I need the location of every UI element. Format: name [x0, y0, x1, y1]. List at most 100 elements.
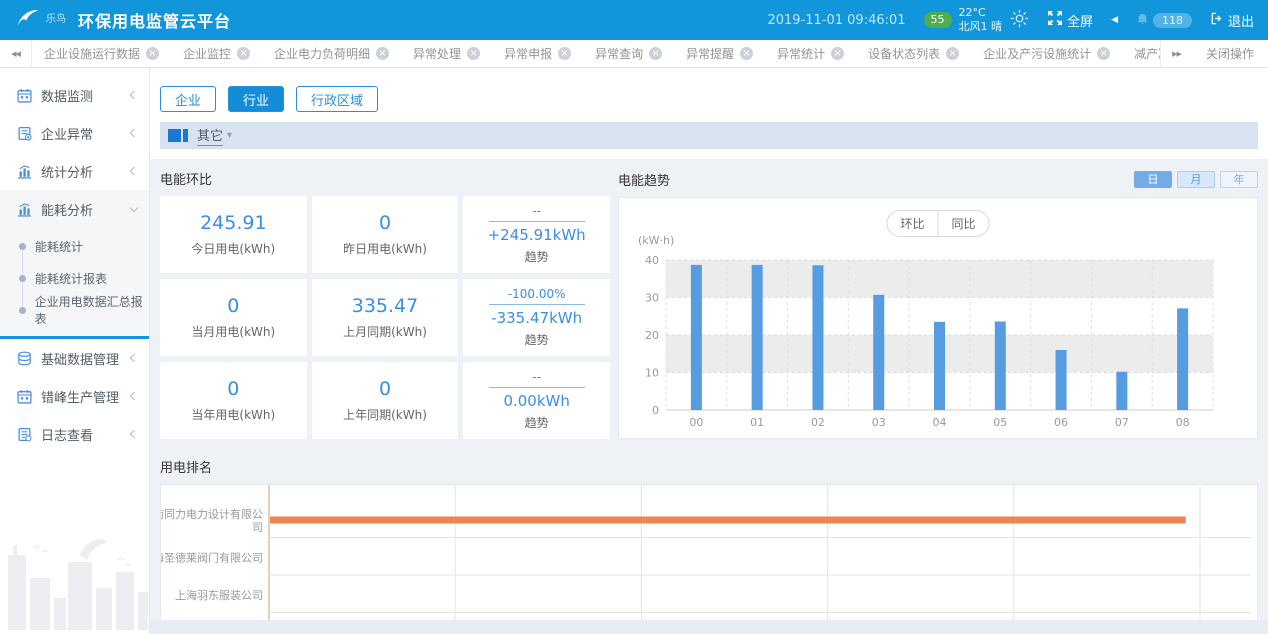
logo-bird-icon — [14, 6, 40, 34]
log-icon — [16, 426, 32, 442]
svg-text:04: 04 — [933, 416, 947, 429]
energy-comparison-panel: 电能环比 245.91今日用电(kWh)0昨日用电(kWh)--+245.91k… — [160, 169, 610, 439]
sidebar-item[interactable]: 统计分析 — [0, 152, 149, 190]
tab[interactable]: 异常申报× — [492, 40, 583, 67]
close-icon[interactable]: × — [946, 47, 959, 60]
ranking-title: 用电排名 — [160, 457, 1258, 476]
close-icon[interactable]: × — [740, 47, 753, 60]
svg-text:河南同力电力设计有限公司: 河南同力电力设计有限公司 — [161, 507, 263, 534]
period-button[interactable]: 年 — [1220, 171, 1258, 188]
tab[interactable]: 企业电力负荷明细× — [262, 40, 401, 67]
sidebar-subitem[interactable]: 企业用电数据汇总报表 — [0, 294, 149, 326]
tab[interactable]: 企业及产污设施统计× — [971, 40, 1122, 67]
tab[interactable]: 企业监控× — [171, 40, 262, 67]
view-button[interactable]: 企业 — [160, 86, 216, 112]
energy-cards-grid: 245.91今日用电(kWh)0昨日用电(kWh)--+245.91kWh趋势0… — [160, 196, 610, 439]
sidebar-subitem[interactable]: 能耗统计 — [0, 230, 149, 262]
logout-icon — [1210, 12, 1223, 29]
view-button[interactable]: 行政区域 — [296, 86, 378, 112]
chevron-left-icon — [130, 129, 138, 137]
chevron-left-icon — [130, 430, 138, 438]
tab[interactable]: 企业设施运行数据× — [32, 40, 171, 67]
trend-card: --+245.91kWh趋势 — [463, 196, 610, 273]
svg-text:30: 30 — [645, 292, 659, 305]
chevron-down-icon: ▾ — [227, 130, 232, 141]
app-header: 乐鸟 环保用电监管云平台 2019-11-01 09:46:01 55 22°C… — [0, 0, 1268, 40]
collapse-arrow-icon[interactable]: ◀ — [1111, 15, 1118, 25]
ranking-panel: 用电排名 河南同力电力设计有限公司上海圣德莱阀门有限公司上海羽东服装公司 — [160, 457, 1258, 634]
fullscreen-button[interactable]: 全屏 — [1048, 11, 1093, 30]
svg-text:20: 20 — [645, 329, 659, 342]
wind-status: 北风1 晴 — [959, 20, 1003, 34]
bar-chart-icon — [16, 163, 32, 179]
calendar-icon — [16, 87, 32, 103]
close-operations-button[interactable]: 关闭操作 — [1192, 40, 1268, 67]
view-button[interactable]: 行业 — [228, 86, 284, 112]
logout-button[interactable]: 退出 — [1210, 11, 1254, 30]
close-icon[interactable]: × — [467, 47, 480, 60]
chevron-left-icon — [130, 392, 138, 400]
svg-text:0: 0 — [652, 404, 659, 417]
city-skyline-decoration — [0, 500, 149, 634]
scroll-tabs-left-button[interactable]: ◀◀ — [0, 40, 32, 67]
sun-icon — [1009, 8, 1030, 33]
sidebar-item[interactable]: 基础数据管理 — [0, 339, 149, 377]
close-icon[interactable]: × — [558, 47, 571, 60]
ranking-chart-panel: 河南同力电力设计有限公司上海圣德莱阀门有限公司上海羽东服装公司 — [160, 484, 1258, 634]
svg-text:02: 02 — [811, 416, 825, 429]
logout-label: 退出 — [1228, 11, 1254, 30]
toggle-option[interactable]: 环比 — [887, 211, 937, 236]
notification-badge[interactable]: 118 — [1136, 11, 1192, 30]
sidebar-menu: 数据监测企业异常统计分析能耗分析能耗统计能耗统计报表企业用电数据汇总报表基础数据… — [0, 76, 149, 453]
close-icon[interactable]: × — [376, 47, 389, 60]
close-icon[interactable]: × — [237, 47, 250, 60]
tab-bar: ◀◀ 企业设施运行数据×企业监控×企业电力负荷明细×异常处理×异常申报×异常查询… — [0, 40, 1268, 68]
stat-card: 0昨日用电(kWh) — [312, 196, 459, 273]
svg-text:06: 06 — [1054, 416, 1068, 429]
sidebar-item[interactable]: 企业异常 — [0, 114, 149, 152]
period-button[interactable]: 月 — [1177, 171, 1215, 188]
sidebar-item[interactable]: 能耗分析 — [0, 190, 149, 228]
scroll-tabs-right-button[interactable]: ▶▶ — [1160, 40, 1192, 67]
svg-text:上海羽东服装公司: 上海羽东服装公司 — [175, 588, 263, 602]
sidebar-item[interactable]: 日志查看 — [0, 415, 149, 453]
tab[interactable]: 异常提醒× — [674, 40, 765, 67]
database-icon — [16, 350, 32, 366]
close-icon[interactable]: × — [831, 47, 844, 60]
close-icon[interactable]: × — [649, 47, 662, 60]
sidebar-subitem[interactable]: 能耗统计报表 — [0, 262, 149, 294]
close-icon[interactable]: × — [146, 47, 159, 60]
chevron-left-icon — [130, 354, 138, 362]
stat-card: 335.47上月同期(kWh) — [312, 279, 459, 356]
svg-text:03: 03 — [872, 416, 886, 429]
sidebar-item[interactable]: 错峰生产管理 — [0, 377, 149, 415]
stat-card: 0当年用电(kWh) — [160, 362, 307, 439]
tab-list: 企业设施运行数据×企业监控×企业电力负荷明细×异常处理×异常申报×异常查询×异常… — [32, 40, 1160, 67]
svg-text:40: 40 — [645, 254, 659, 267]
main-content: 企业行业行政区域 其它 ▾ 电能环比 245.91今日用电(kWh)0昨日用电(… — [150, 68, 1268, 634]
document-icon — [16, 125, 32, 141]
sidebar-item[interactable]: 数据监测 — [0, 76, 149, 114]
period-switcher: 日月年 — [1134, 171, 1258, 188]
svg-text:08: 08 — [1176, 416, 1190, 429]
trend-card: -100.00%-335.47kWh趋势 — [463, 279, 610, 356]
tab[interactable]: 异常统计× — [765, 40, 856, 67]
tab[interactable]: 异常处理× — [401, 40, 492, 67]
sidebar: 数据监测企业异常统计分析能耗分析能耗统计能耗统计报表企业用电数据汇总报表基础数据… — [0, 68, 150, 634]
app-logo: 乐鸟 环保用电监管云平台 — [14, 6, 231, 34]
chevron-left-icon — [130, 167, 138, 175]
datetime: 2019-11-01 09:46:01 — [767, 13, 905, 28]
tab[interactable]: 减产减排分析× — [1122, 40, 1160, 67]
toggle-option[interactable]: 同比 — [938, 211, 989, 236]
industry-dropdown[interactable]: 其它 ▾ — [197, 125, 232, 146]
period-button[interactable]: 日 — [1134, 171, 1172, 188]
trend-card: --0.00kWh趋势 — [463, 362, 610, 439]
compare-toggle: 环比同比 — [886, 210, 989, 237]
chevron-left-icon — [130, 91, 138, 99]
bar-chart-icon — [16, 201, 32, 217]
tab[interactable]: 设备状态列表× — [856, 40, 971, 67]
close-icon[interactable]: × — [1097, 47, 1110, 60]
view-switcher: 企业行业行政区域 — [160, 86, 1258, 112]
tab[interactable]: 异常查询× — [583, 40, 674, 67]
fullscreen-label: 全屏 — [1067, 11, 1093, 30]
